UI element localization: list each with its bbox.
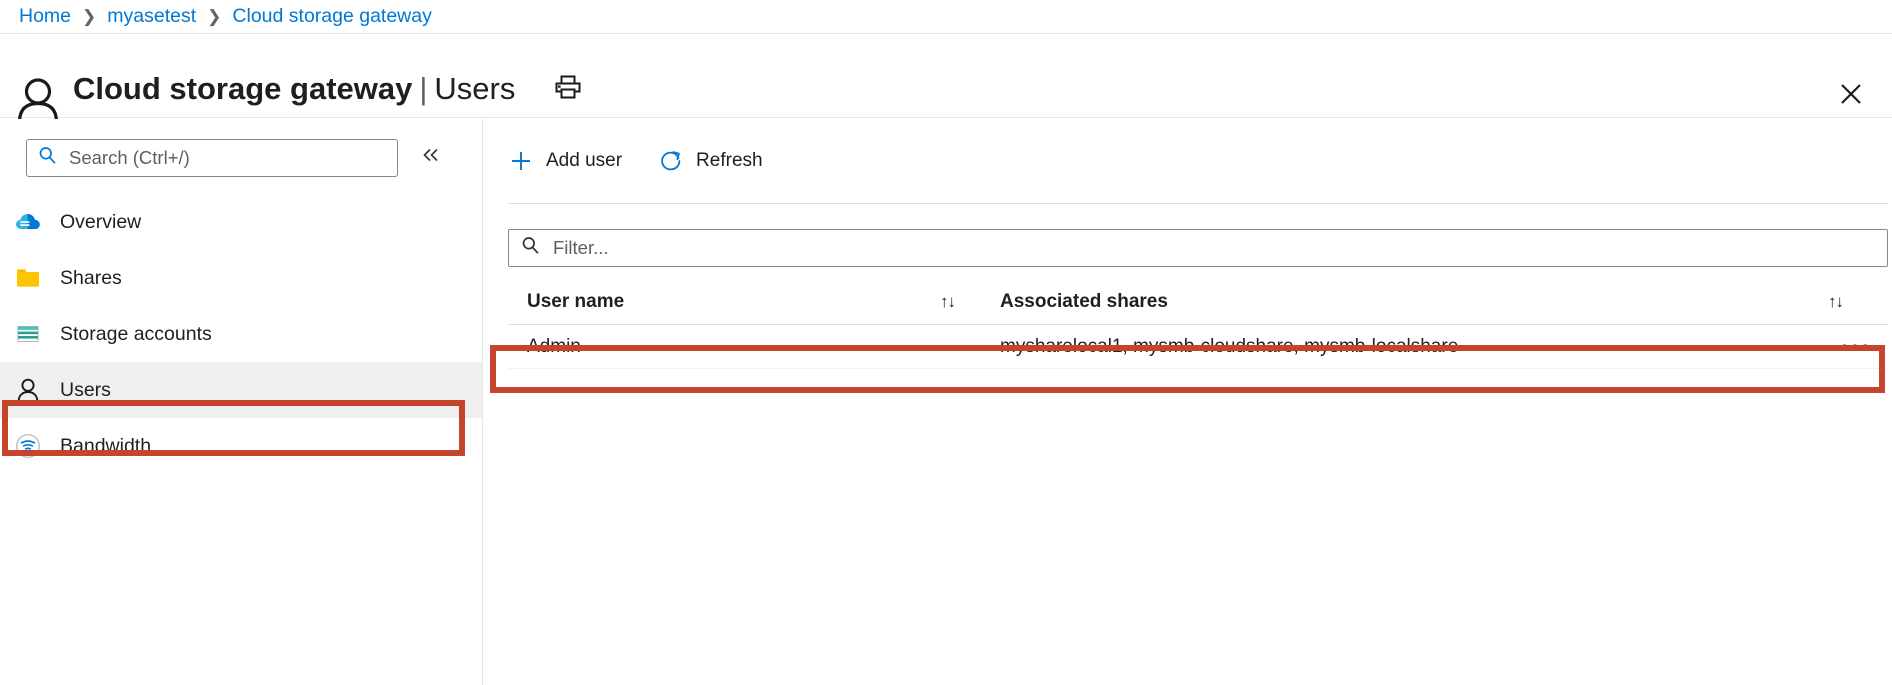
table-row[interactable]: Admin mysharelocal1, mysmb-cloudshare, m…	[508, 325, 1888, 369]
breadcrumb: Home ❯ myasetest ❯ Cloud storage gateway	[0, 0, 1892, 34]
left-navigation: Overview Shares	[0, 119, 483, 685]
refresh-button[interactable]: Refresh	[658, 148, 763, 174]
users-table: User name ↑↓ Associated shares ↑↓ Admin …	[508, 279, 1888, 369]
plus-icon	[508, 148, 534, 174]
users-pane: Add user Refresh Filter... User name ↑↓ …	[483, 119, 1892, 685]
filter-input[interactable]	[551, 236, 1751, 260]
sidebar-item-label: Shares	[60, 266, 122, 289]
cloud-icon	[14, 208, 42, 236]
sidebar-item-bandwidth[interactable]: Bandwidth	[0, 418, 482, 474]
sort-arrows-icon: ↑↓	[1828, 291, 1844, 311]
toolbar-divider	[508, 203, 1888, 204]
row-context-menu-button[interactable]: •••	[1840, 335, 1872, 358]
sidebar-item-storage-accounts[interactable]: Storage accounts	[0, 306, 482, 362]
cell-user-name: Admin	[527, 335, 581, 357]
refresh-label: Refresh	[696, 150, 763, 171]
sort-user-name-button[interactable]: ↑↓	[940, 292, 1000, 312]
sidebar-search-row	[0, 119, 482, 177]
column-header-associated-shares[interactable]: Associated shares	[1000, 291, 1828, 313]
close-button[interactable]	[1834, 79, 1868, 113]
breadcrumb-item-myasetest[interactable]: myasetest	[107, 5, 196, 28]
person-icon	[14, 376, 42, 404]
page-title-separator: |	[419, 71, 428, 106]
breadcrumb-item-home[interactable]: Home	[19, 5, 71, 28]
breadcrumb-item-cloud-storage-gateway[interactable]: Cloud storage gateway	[232, 5, 431, 28]
page-title-section: Users	[434, 71, 516, 106]
page-title: Cloud storage gateway | Users	[73, 72, 515, 106]
breadcrumb-separator: ❯	[207, 7, 222, 26]
printer-icon	[555, 75, 581, 104]
refresh-icon	[658, 148, 684, 174]
filter-box[interactable]	[508, 229, 1888, 267]
page-title-row: Cloud storage gateway | Users	[73, 72, 582, 106]
bandwidth-icon	[14, 432, 42, 460]
blade-header: Cloud storage gateway|Users myasetest	[0, 34, 1892, 141]
close-icon	[1839, 82, 1863, 111]
storage-accounts-icon	[14, 320, 42, 348]
search-box[interactable]	[26, 139, 398, 177]
add-user-button[interactable]: Add user	[508, 148, 622, 174]
cell-associated-shares: mysharelocal1, mysmb-cloudshare, mysmb-l…	[1000, 335, 1459, 357]
print-button[interactable]	[554, 75, 582, 104]
add-user-label: Add user	[546, 150, 623, 171]
column-header-user-name[interactable]: User name	[508, 291, 940, 313]
collapse-nav-button[interactable]	[418, 145, 444, 171]
sidebar-item-label: Storage accounts	[60, 322, 212, 345]
sidebar-item-overview[interactable]: Overview	[0, 194, 482, 250]
sidebar-item-label: Bandwidth	[60, 434, 152, 457]
breadcrumb-separator: ❯	[82, 7, 97, 26]
blade-content: Overview Shares	[0, 119, 1892, 685]
sidebar-item-users[interactable]: Users	[0, 362, 482, 418]
nav-item-list: Overview Shares Storage accounts Users B…	[0, 194, 482, 474]
page-title-main: Cloud storage gateway	[73, 71, 413, 106]
sidebar-item-label: Overview	[60, 210, 142, 233]
chevron-double-left-icon	[421, 146, 441, 170]
sort-arrows-icon: ↑↓	[940, 291, 956, 311]
command-bar: Add user Refresh	[483, 119, 1892, 181]
table-header-row: User name ↑↓ Associated shares ↑↓	[508, 279, 1888, 325]
sidebar-item-shares[interactable]: Shares	[0, 250, 482, 306]
sort-associated-shares-button[interactable]: ↑↓	[1828, 292, 1888, 312]
search-icon	[38, 146, 57, 170]
folder-icon	[14, 264, 42, 292]
search-icon	[521, 236, 540, 260]
sidebar-item-label: Users	[60, 378, 111, 401]
search-input[interactable]	[67, 146, 367, 170]
